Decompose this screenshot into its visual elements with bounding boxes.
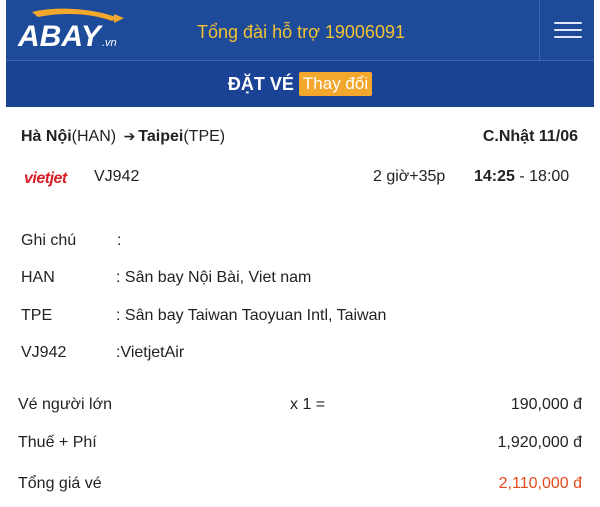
change-button[interactable]: Thay đổi [298, 72, 373, 96]
depart-time: 14:25 [474, 168, 515, 185]
menu-button[interactable] [539, 0, 595, 60]
svg-text:ABAY: ABAY [17, 20, 104, 52]
detail-key: VJ942 [21, 344, 67, 361]
detail-key: Ghi chú [21, 232, 77, 249]
hotline-text[interactable]: Tổng đài hỗ trợ 19006091 [136, 0, 466, 60]
adult-fare-row: Vé người lớn x 1 = 190,000 đ [18, 396, 582, 416]
destination-code: (TPE) [183, 128, 226, 145]
flight-route: Hà Nội(HAN) ➔ Taipei(TPE) [21, 128, 225, 146]
flight-duration: 2 giờ+35p [373, 168, 446, 185]
hamburger-icon [553, 17, 582, 43]
origin-code: (HAN) [71, 128, 117, 145]
total-amount: 2,110,000 đ [498, 475, 582, 492]
adult-quantity: x 1 = [290, 396, 326, 413]
detail-value: : [117, 232, 122, 249]
destination-city: Taipei [138, 128, 184, 145]
detail-value: : Sân bay Nội Bài, Viet nam [116, 269, 312, 286]
booking-header: ĐẶT VÉ Thay đổi [6, 60, 594, 107]
adult-fare-label: Vé người lớn [18, 396, 112, 413]
flight-date: C.Nhật 11/06 [482, 128, 578, 145]
vietjet-logo: vietjet [24, 170, 67, 187]
total-label: Tổng giá vé [18, 475, 102, 492]
tax-fee-row: Thuế + Phí 1,920,000 đ [18, 434, 582, 454]
flight-number: VJ942 [94, 168, 140, 185]
top-bar: ABAY .vn Tổng đài hỗ trợ 19006091 [6, 0, 594, 60]
page-title: ĐẶT VÉ [227, 73, 294, 94]
booking-panel: ABAY .vn Tổng đài hỗ trợ 19006091 ĐẶT VÉ… [6, 0, 594, 507]
flight-times: 14:25 - 18:00 [474, 168, 569, 186]
detail-value: :VietjetAir [116, 344, 185, 361]
arrow-right-icon: ➔ [123, 128, 136, 144]
abay-logo[interactable]: ABAY .vn [14, 8, 134, 53]
total-row: Tổng giá vé 2,110,000 đ [18, 475, 582, 495]
detail-key: TPE [21, 307, 53, 324]
arrive-time: - 18:00 [514, 168, 570, 185]
tax-fee-amount: 1,920,000 đ [497, 434, 582, 451]
detail-key: HAN [21, 269, 55, 286]
tax-fee-label: Thuế + Phí [18, 434, 97, 451]
detail-value: : Sân bay Taiwan Taoyuan Intl, Taiwan [116, 307, 387, 324]
adult-fare-amount: 190,000 đ [510, 396, 582, 413]
svg-text:.vn: .vn [102, 37, 117, 49]
origin-city: Hà Nội [21, 128, 72, 145]
